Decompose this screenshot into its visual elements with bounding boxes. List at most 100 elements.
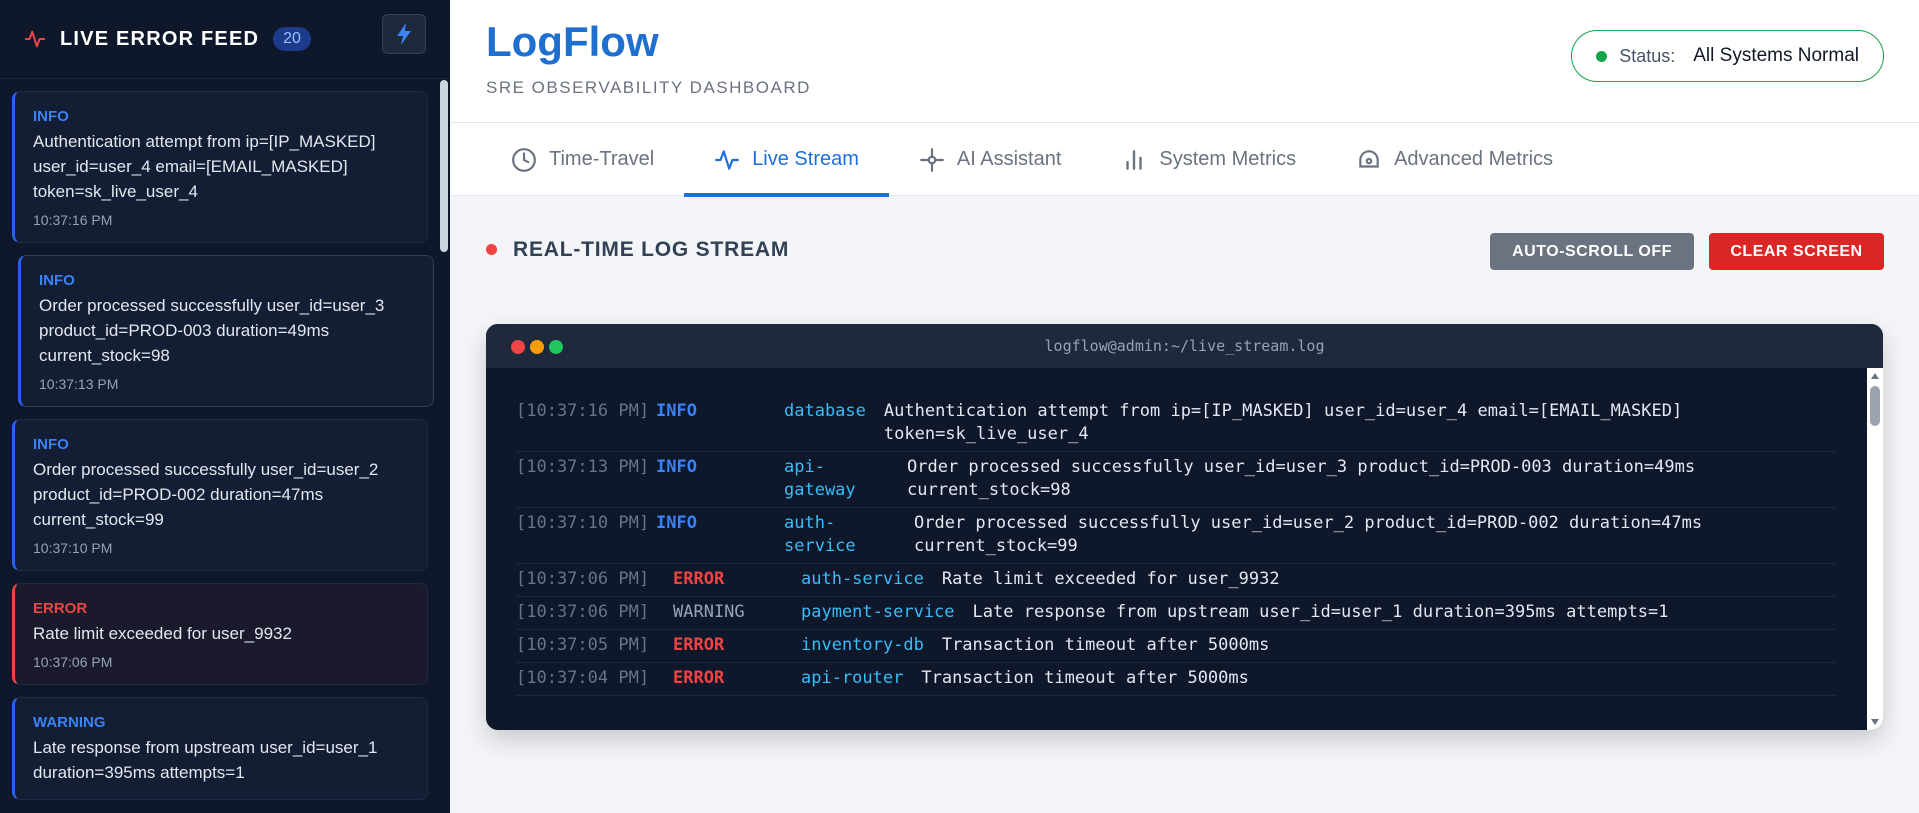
clear-screen-button[interactable]: CLEAR SCREEN [1709, 233, 1884, 270]
clock-icon [512, 147, 536, 172]
live-dot-icon [486, 244, 497, 255]
tab-system-metrics[interactable]: System Metrics [1091, 123, 1326, 196]
log-level: ERROR [673, 569, 725, 589]
log-message: Transaction timeout after 5000ms [941, 635, 1270, 655]
sidebar-scrollbar[interactable] [440, 80, 448, 252]
sidebar-header: LIVE ERROR FEED 20 [0, 0, 450, 79]
feed-card-level: WARNING [33, 714, 106, 731]
log-row: [10:37:06 PM] ERROR auth-service Rate li… [516, 564, 1836, 597]
log-time: [10:37:10 PM] [516, 513, 650, 533]
log-row: [10:37:06 PM] WARNING payment-service La… [516, 597, 1836, 630]
status-value: All Systems Normal [1693, 45, 1859, 66]
feed-card-time: 10:37:16 PM [33, 212, 113, 228]
feed-card-level: ERROR [33, 600, 88, 617]
feed-card[interactable]: INFO Order processed successfully user_i… [18, 255, 434, 407]
feed-card-message: Order processed successfully user_id=use… [39, 296, 385, 365]
feed-card-time: 10:37:10 PM [33, 540, 113, 556]
log-time: [10:37:06 PM] [516, 602, 650, 622]
feed-card-level: INFO [33, 108, 69, 125]
bar-chart-icon [1126, 149, 1143, 170]
log-source: inventory-db [801, 635, 924, 655]
log-time: [10:37:06 PM] [516, 569, 650, 589]
log-message: Transaction timeout after 5000ms [921, 668, 1249, 688]
top-header: LogFlow SRE OBSERVABILITY DASHBOARD Stat… [451, 0, 1919, 123]
feed-card[interactable]: WARNING Late response from upstream user… [12, 697, 428, 800]
sidebar-title: LIVE ERROR FEED [60, 27, 260, 50]
log-level: WARNING [673, 602, 745, 622]
terminal-path: logflow@admin:~/live_stream.log [1044, 337, 1325, 355]
lightning-button[interactable] [382, 14, 426, 54]
log-level: INFO [656, 457, 697, 477]
log-row: [10:37:10 PM] INFO auth-service Order pr… [516, 508, 1836, 564]
tab-label: AI Assistant [956, 148, 1062, 170]
log-row: [10:37:05 PM] ERROR inventory-db Transac… [516, 630, 1836, 663]
log-level: ERROR [673, 668, 725, 688]
log-source: payment-service [801, 602, 955, 622]
feed-list[interactable]: INFO Authentication attempt from ip=[IP_… [0, 79, 436, 813]
log-time: [10:37:04 PM] [516, 668, 650, 688]
live-error-feed-sidebar: LIVE ERROR FEED 20 INFO Authentication a… [0, 0, 450, 813]
tab-live-stream[interactable]: Live Stream [684, 123, 889, 197]
tab-label: Live Stream [752, 148, 859, 170]
pulse-icon [715, 149, 740, 170]
feed-card-message: Order processed successfully user_id=use… [33, 460, 379, 529]
stream-header: REAL-TIME LOG STREAM AUTO-SCROLL OFF CLE… [486, 230, 1884, 270]
tab-label: Time-Travel [549, 148, 655, 170]
tab-label: Advanced Metrics [1394, 148, 1554, 170]
robot-icon [919, 147, 944, 172]
main-panel: LogFlow SRE OBSERVABILITY DASHBOARD Stat… [451, 0, 1919, 813]
status-badge: Status: All Systems Normal [1571, 30, 1884, 82]
log-lines[interactable]: [10:37:16 PM] INFO database Authenticati… [486, 368, 1867, 730]
log-source: auth-service [801, 569, 924, 589]
feed-card-message: Late response from upstream user_id=user… [33, 738, 378, 782]
log-source: auth-service [784, 513, 856, 556]
feed-card-message: Authentication attempt from ip=[IP_MASKE… [33, 132, 376, 201]
log-source: api-gateway [784, 457, 856, 500]
feed-card[interactable]: INFO Authentication attempt from ip=[IP_… [12, 91, 428, 243]
gauge-icon [1359, 149, 1379, 168]
tab-time-travel[interactable]: Time-Travel [481, 123, 684, 196]
lightning-icon [397, 23, 411, 45]
tab-ai-assistant[interactable]: AI Assistant [889, 123, 1092, 196]
tab-label: System Metrics [1159, 148, 1297, 170]
log-level: ERROR [673, 635, 725, 655]
status-label: Status: [1619, 45, 1676, 66]
log-time: [10:37:16 PM] [516, 401, 650, 421]
log-level: INFO [656, 401, 697, 421]
terminal-scrollbar[interactable] [1867, 368, 1883, 730]
app-logo: LogFlow [486, 18, 659, 65]
feed-card-level: INFO [33, 436, 69, 453]
feed-card-time: 10:37:06 PM [33, 654, 113, 670]
status-dot-icon [1596, 50, 1608, 62]
log-level: INFO [656, 513, 697, 533]
log-source: database [784, 401, 866, 421]
feed-card[interactable]: ERROR Rate limit exceeded for user_9932 … [12, 583, 428, 685]
app-subtitle: SRE OBSERVABILITY DASHBOARD [486, 78, 811, 97]
scroll-up-icon[interactable] [1871, 373, 1879, 379]
auto-scroll-button[interactable]: AUTO-SCROLL OFF [1490, 233, 1694, 270]
log-time: [10:37:13 PM] [516, 457, 650, 477]
log-message: Rate limit exceeded for user_9932 [941, 569, 1280, 589]
tab-advanced-metrics[interactable]: Advanced Metrics [1326, 123, 1583, 196]
feed-card-message: Rate limit exceeded for user_9932 [33, 624, 292, 643]
pulse-icon [24, 30, 46, 48]
scroll-thumb[interactable] [1870, 386, 1880, 426]
stream-title: REAL-TIME LOG STREAM [513, 238, 790, 261]
log-message: Order processed successfully user_id=use… [914, 513, 1703, 556]
feed-count-badge: 20 [273, 27, 311, 51]
log-message: Late response from upstream user_id=user… [972, 602, 1669, 622]
log-row: [10:37:04 PM] ERROR api-router Transacti… [516, 663, 1836, 696]
log-message: Authentication attempt from ip=[IP_MASKE… [883, 401, 1683, 444]
log-row: [10:37:13 PM] INFO api-gateway Order pro… [516, 452, 1836, 508]
feed-card[interactable]: INFO Order processed successfully user_i… [12, 419, 428, 571]
log-terminal: logflow@admin:~/live_stream.log [10:37:1… [486, 324, 1883, 730]
log-time: [10:37:05 PM] [516, 635, 650, 655]
feed-card-level: INFO [39, 272, 75, 289]
nav-tabs: Time-Travel Live Stream AI Assistant Sys… [451, 123, 1919, 197]
feed-card-time: 10:37:13 PM [39, 376, 119, 392]
terminal-titlebar: logflow@admin:~/live_stream.log [486, 324, 1883, 368]
log-row: [10:37:16 PM] INFO database Authenticati… [516, 396, 1836, 452]
log-source: api-router [801, 668, 904, 688]
log-message: Order processed successfully user_id=use… [907, 457, 1696, 500]
scroll-down-icon[interactable] [1871, 719, 1879, 725]
